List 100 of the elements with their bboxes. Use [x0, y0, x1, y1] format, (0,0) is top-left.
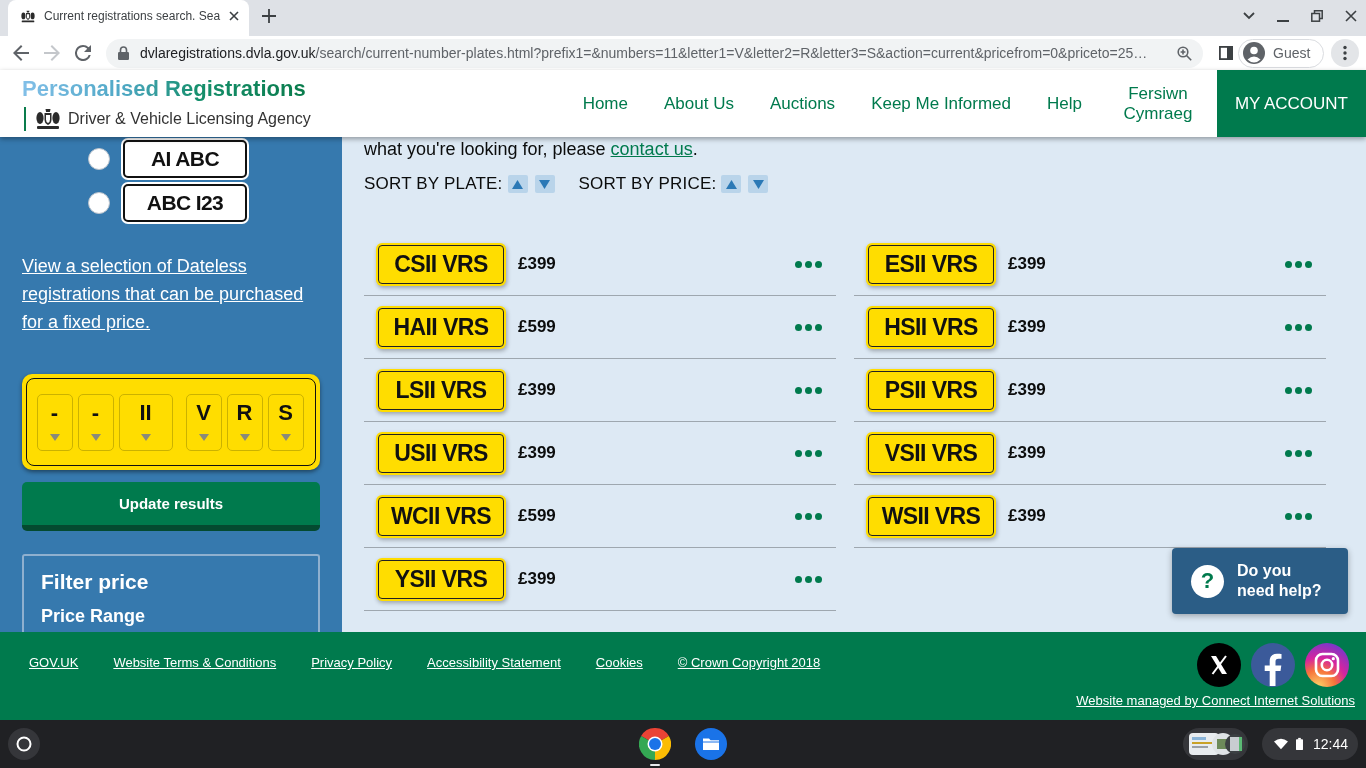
- footer-link[interactable]: GOV.UK: [29, 655, 79, 671]
- footer-link[interactable]: Cookies: [595, 655, 643, 671]
- more-dots-icon[interactable]: [1285, 323, 1312, 331]
- sort-ascending-button[interactable]: [721, 175, 742, 193]
- filter-heading: Filter price: [41, 569, 150, 595]
- sort-descending-button[interactable]: [748, 175, 769, 193]
- launcher-icon[interactable]: [8, 728, 40, 760]
- tab-title: Current registrations search. Sea: [44, 9, 221, 23]
- price-text: £399: [518, 569, 556, 589]
- reload-icon[interactable]: [75, 45, 91, 61]
- number-plate[interactable]: PSII VRS: [868, 370, 994, 410]
- clock-text: 12:44: [1312, 736, 1348, 752]
- more-dots-icon[interactable]: [795, 512, 822, 520]
- more-dots-icon[interactable]: [1285, 260, 1312, 268]
- thumbnails-icon[interactable]: [1183, 728, 1248, 760]
- dateless-link[interactable]: View a selection of Dateless registrations that can be purchased for a fixed price.: [22, 252, 312, 336]
- number-plate[interactable]: YSII VRS: [378, 559, 504, 599]
- side-panel-icon[interactable]: [1219, 46, 1233, 60]
- profile-button[interactable]: Guest: [1238, 38, 1324, 68]
- price-text: £399: [1008, 443, 1046, 463]
- chevron-down-icon[interactable]: [1243, 12, 1255, 20]
- footer-link[interactable]: Privacy Policy: [311, 655, 393, 671]
- number-plate[interactable]: VSII VRS: [868, 433, 994, 473]
- account-button[interactable]: MY ACCOUNT: [1216, 70, 1366, 137]
- more-dots-icon[interactable]: [1285, 386, 1312, 394]
- more-dots-icon[interactable]: [795, 323, 822, 331]
- more-dots-icon[interactable]: [795, 575, 822, 583]
- number-plate[interactable]: HSII VRS: [868, 307, 994, 347]
- footer-link[interactable]: Accessibility Statement: [427, 655, 561, 671]
- help-button[interactable]: ? Do you need help?: [1172, 548, 1348, 614]
- radio-button[interactable]: [88, 192, 110, 214]
- price-text: £599: [518, 317, 556, 337]
- number-plate[interactable]: USII VRS: [378, 433, 504, 473]
- nav-link[interactable]: Home: [582, 93, 628, 114]
- caret-icon: [239, 433, 250, 441]
- address-bar[interactable]: dvlaregistrations.dvla.gov.uk/search/current-number-plates.html?prefix1=&numbers=11&letter1=V&letter2=R&letter3=S&action=current&pricefrom=0&priceto=25…: [106, 38, 1203, 68]
- more-dots-icon[interactable]: [1285, 449, 1312, 457]
- sort-ascending-button[interactable]: [507, 175, 528, 193]
- number-plate[interactable]: ESII VRS: [868, 244, 994, 284]
- facebook-icon[interactable]: [1251, 643, 1295, 687]
- close-icon[interactable]: [1345, 10, 1357, 22]
- chrome-icon[interactable]: [639, 728, 671, 760]
- nav-link[interactable]: Help: [1047, 93, 1082, 114]
- more-dots-icon[interactable]: [1285, 512, 1312, 520]
- number-plate[interactable]: HAII VRS: [378, 307, 504, 347]
- minimize-icon[interactable]: [1277, 19, 1289, 22]
- number-plate-sample[interactable]: AI ABC: [123, 140, 247, 178]
- more-dots-icon[interactable]: [795, 386, 822, 394]
- status-tray[interactable]: 12:44: [1262, 728, 1358, 760]
- more-dots-icon[interactable]: [795, 260, 822, 268]
- crest-icon: [34, 108, 62, 130]
- price-text: £399: [518, 380, 556, 400]
- update-results-button[interactable]: Update results: [22, 482, 320, 531]
- back-arrow-icon[interactable]: [13, 45, 29, 61]
- caret-icon: [49, 433, 60, 441]
- avatar-icon: [1243, 42, 1265, 64]
- browser-tab[interactable]: Current registrations search. Sea: [8, 0, 249, 36]
- price-text: £599: [518, 506, 556, 526]
- contact-link[interactable]: contact us: [610, 139, 693, 159]
- character-select[interactable]: S: [267, 393, 304, 451]
- number-plate[interactable]: WCII VRS: [378, 496, 504, 536]
- nav-link[interactable]: About Us: [664, 93, 734, 114]
- up-triangle-icon: [725, 179, 737, 189]
- number-plate[interactable]: LSII VRS: [378, 370, 504, 410]
- zoom-in-icon[interactable]: [1177, 45, 1192, 61]
- character-select[interactable]: R: [226, 393, 263, 451]
- footer-link[interactable]: Website Terms & Conditions: [113, 655, 277, 671]
- caret-icon: [198, 433, 209, 441]
- folder-icon[interactable]: [695, 728, 727, 760]
- number-plate[interactable]: WSII VRS: [868, 496, 994, 536]
- sort-label: SORT BY PLATE:: [364, 174, 503, 194]
- price-text: £399: [518, 254, 556, 274]
- instagram-icon[interactable]: [1305, 643, 1349, 687]
- logo-subtitle: Driver & Vehicle Licensing Agency: [68, 110, 311, 128]
- down-triangle-icon: [539, 179, 551, 189]
- footer-link[interactable]: Website managed by Connect Internet Solutions: [1076, 693, 1355, 709]
- more-dots-icon[interactable]: [795, 449, 822, 457]
- character-select[interactable]: -: [77, 393, 114, 451]
- menu-icon[interactable]: [1331, 39, 1359, 67]
- url-text: dvlaregistrations.dvla.gov.uk/search/current-number-plates.html?prefix1=&numbers=11&letter1=V&letter2=R&letter3=S&action=current&pricefrom=0&priceto=25…: [140, 45, 1148, 61]
- number-plate-sample[interactable]: ABC I23: [123, 184, 247, 222]
- caret-icon: [280, 433, 291, 441]
- x-logo-icon[interactable]: [1197, 643, 1241, 687]
- character-select[interactable]: V: [185, 393, 222, 451]
- nav-link[interactable]: Auctions: [769, 93, 836, 114]
- price-text: £399: [518, 443, 556, 463]
- plus-icon[interactable]: [262, 9, 276, 23]
- number-plate[interactable]: CSII VRS: [378, 244, 504, 284]
- radio-button[interactable]: [88, 148, 110, 170]
- price-text: £399: [1008, 506, 1046, 526]
- nav-link[interactable]: Fersiwn Cymraeg: [1117, 83, 1198, 124]
- character-select[interactable]: -: [36, 393, 73, 451]
- up-triangle-icon: [512, 179, 524, 189]
- character-select[interactable]: II: [118, 393, 173, 451]
- sort-descending-button[interactable]: [534, 175, 555, 193]
- nav-link[interactable]: Keep Me Informed: [871, 93, 1011, 114]
- restore-icon[interactable]: [1311, 10, 1323, 22]
- close-icon[interactable]: [229, 11, 239, 21]
- down-triangle-icon: [752, 179, 764, 189]
- footer-link[interactable]: © Crown Copyright 2018: [677, 655, 821, 671]
